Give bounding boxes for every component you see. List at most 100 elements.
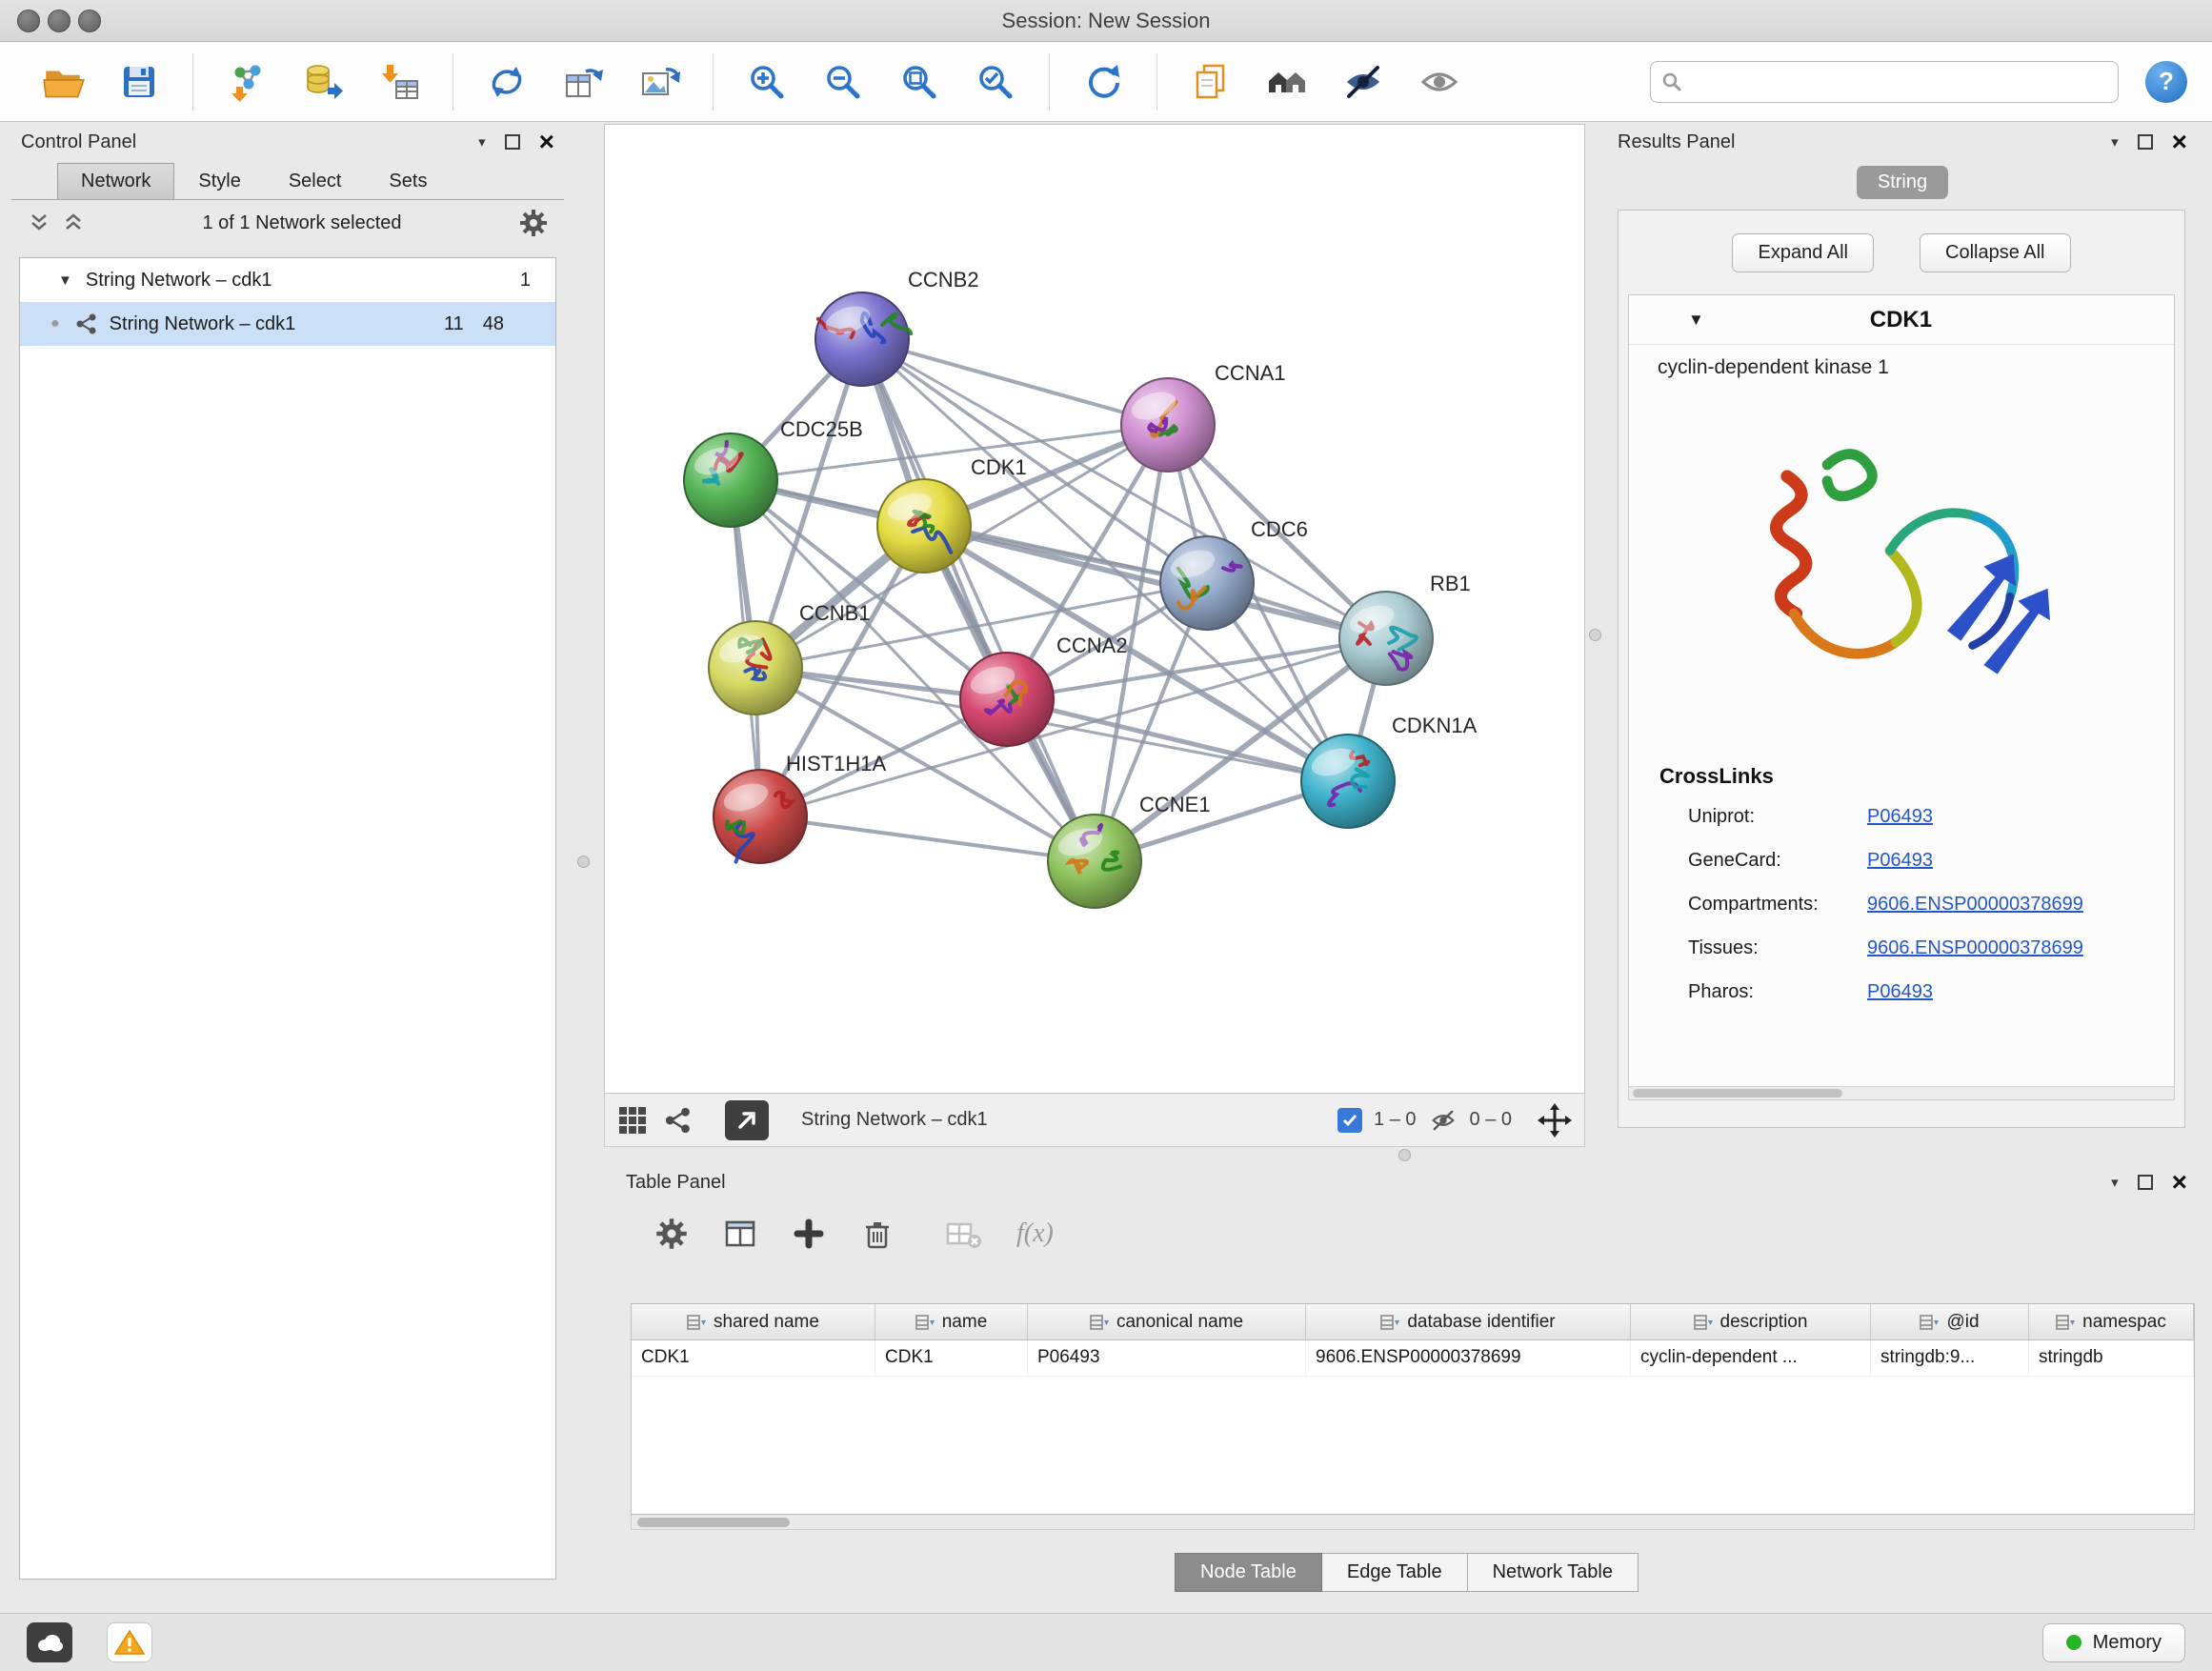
table-cell-2[interactable]: P06493 (1028, 1340, 1306, 1376)
warnings-button[interactable] (107, 1622, 152, 1662)
tab-edge-table[interactable]: Edge Table (1322, 1553, 1468, 1592)
show-columns-icon[interactable] (723, 1217, 757, 1251)
title-bar: Session: New Session (0, 0, 2212, 42)
expand-all-button[interactable]: Expand All (1732, 233, 1874, 272)
hidden-eye-slash-icon[interactable] (1428, 1107, 1458, 1134)
crosslink-uniprot-link[interactable]: P06493 (1867, 806, 1933, 828)
network-node-CCNE1[interactable] (1048, 815, 1141, 908)
tab-style[interactable]: Style (174, 163, 264, 199)
protein-card-collapse-icon[interactable]: ▼ (1688, 311, 1704, 330)
network-node-CDKN1A[interactable] (1301, 735, 1395, 828)
table-scrollbar[interactable] (631, 1515, 2195, 1530)
table-cell-4[interactable]: cyclin-dependent ... (1631, 1340, 1871, 1376)
control-panel-menu-icon[interactable]: ▾ (478, 133, 486, 151)
table-panel-close-icon[interactable]: × (2172, 1175, 2187, 1190)
network-canvas[interactable]: CCNB2CCNA1CDC25BCDK1CDC6RB1CCNB1CCNA2CDK… (604, 124, 1585, 1094)
zoom-in-icon[interactable] (742, 57, 792, 107)
clone-network-icon[interactable] (482, 57, 532, 107)
collapse-all-icon[interactable] (27, 211, 51, 234)
tab-network-table[interactable]: Network Table (1468, 1553, 1639, 1592)
selected-checkbox-icon[interactable] (1337, 1108, 1362, 1133)
network-node-CDK1[interactable] (877, 479, 971, 573)
zoom-selected-icon[interactable] (971, 57, 1020, 107)
hide-selected-eye-icon[interactable] (1338, 57, 1388, 107)
results-panel-close-icon[interactable]: × (2172, 134, 2187, 150)
table-cell-3[interactable]: 9606.ENSP00000378699 (1306, 1340, 1631, 1376)
control-panel-float-icon[interactable] (505, 134, 520, 150)
import-table-icon[interactable] (374, 57, 424, 107)
birdseye-grid-icon[interactable] (616, 1104, 649, 1137)
add-column-icon[interactable] (792, 1217, 826, 1251)
network-node-CCNA1[interactable] (1121, 378, 1215, 472)
delete-column-trash-icon[interactable] (860, 1217, 895, 1251)
crosslink-compartments-link[interactable]: 9606.ENSP00000378699 (1867, 894, 2083, 916)
expand-all-icon[interactable] (61, 211, 86, 234)
memory-button[interactable]: Memory (2042, 1623, 2185, 1662)
horizontal-splitter-handle[interactable] (1398, 1149, 1411, 1161)
search-input[interactable] (1650, 61, 2119, 103)
help-icon[interactable]: ? (2145, 61, 2187, 103)
table-panel-float-icon[interactable] (2138, 1175, 2153, 1190)
column-header-4[interactable]: description (1631, 1304, 1871, 1339)
crosslink-tissues-link[interactable]: 9606.ENSP00000378699 (1867, 937, 2083, 959)
export-view-button[interactable] (725, 1100, 769, 1140)
crosslink-pharos-link[interactable]: P06493 (1867, 981, 1933, 1003)
network-collection-row[interactable]: ▼ String Network – cdk1 1 (20, 258, 555, 302)
network-node-CDC25B[interactable] (684, 433, 777, 527)
export-image-icon[interactable] (634, 57, 684, 107)
import-database-icon[interactable] (298, 57, 348, 107)
column-header-1[interactable]: name (875, 1304, 1028, 1339)
tab-network[interactable]: Network (57, 163, 174, 199)
control-panel-close-icon[interactable]: × (539, 134, 554, 150)
table-panel-menu-icon[interactable]: ▾ (2111, 1174, 2119, 1191)
network-node-CCNB1[interactable] (709, 621, 802, 715)
network-row[interactable]: ● String Network – cdk1 11 48 (20, 302, 555, 346)
open-session-icon[interactable] (38, 57, 88, 107)
table-cell-0[interactable]: CDK1 (632, 1340, 875, 1376)
tab-select[interactable]: Select (265, 163, 366, 199)
crosslink-genecard-link[interactable]: P06493 (1867, 850, 1933, 872)
column-header-5[interactable]: @id (1871, 1304, 2029, 1339)
tab-node-table[interactable]: Node Table (1175, 1553, 1322, 1592)
network-node-HIST1H1A[interactable] (714, 770, 807, 863)
pan-move-icon[interactable] (1537, 1102, 1573, 1138)
table-cell-1[interactable]: CDK1 (875, 1340, 1028, 1376)
refresh-icon[interactable] (1078, 57, 1128, 107)
table-row[interactable]: CDK1CDK1P064939606.ENSP00000378699cyclin… (632, 1340, 2194, 1377)
tree-expander-icon[interactable]: ▼ (58, 272, 72, 289)
import-network-icon[interactable] (222, 57, 271, 107)
string-tab-badge[interactable]: String (1857, 166, 1948, 199)
network-edge-HIST1H1A-CCNE1[interactable] (760, 816, 1095, 861)
table-cell-6[interactable]: stringdb (2029, 1340, 2194, 1376)
column-header-2[interactable]: canonical name (1028, 1304, 1306, 1339)
show-all-eye-icon[interactable] (1415, 57, 1464, 107)
network-edge-CDK1-RB1[interactable] (924, 526, 1386, 638)
results-panel-float-icon[interactable] (2138, 134, 2153, 150)
network-node-CCNA2[interactable] (960, 653, 1054, 746)
zoom-fit-icon[interactable] (895, 57, 944, 107)
results-scrollbar[interactable] (1629, 1086, 2174, 1099)
copy-document-icon[interactable] (1186, 57, 1236, 107)
home-pair-icon[interactable] (1262, 57, 1312, 107)
network-node-CDC6[interactable] (1160, 536, 1254, 630)
network-options-gear-icon[interactable] (518, 208, 549, 238)
export-table-icon[interactable] (558, 57, 608, 107)
collapse-all-button[interactable]: Collapse All (1920, 233, 2071, 272)
share-view-icon[interactable] (664, 1106, 693, 1135)
results-panel-menu-icon[interactable]: ▾ (2111, 133, 2119, 151)
table-cell-5[interactable]: stringdb:9... (1871, 1340, 2029, 1376)
crosslinks-heading: CrossLinks (1629, 739, 2174, 795)
network-edge-CCNB2-CCNE1[interactable] (862, 339, 1095, 861)
save-session-icon[interactable] (114, 57, 164, 107)
column-header-6[interactable]: namespac (2029, 1304, 2194, 1339)
network-node-RB1[interactable] (1339, 592, 1433, 685)
zoom-out-icon[interactable] (818, 57, 868, 107)
table-settings-gear-icon[interactable] (654, 1217, 689, 1251)
vertical-splitter-handle[interactable] (577, 856, 590, 868)
tab-sets[interactable]: Sets (365, 163, 451, 199)
column-header-3[interactable]: database identifier (1306, 1304, 1631, 1339)
cloud-services-button[interactable] (27, 1622, 72, 1662)
network-node-CCNB2[interactable] (815, 292, 911, 386)
column-header-0[interactable]: shared name (632, 1304, 875, 1339)
vertical-splitter-handle[interactable] (1589, 629, 1601, 641)
